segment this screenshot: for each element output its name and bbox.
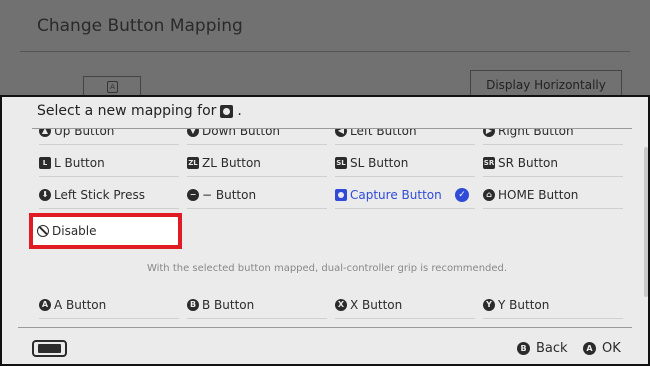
back-button[interactable]: B Back <box>517 341 568 356</box>
option-label: B Button <box>202 297 255 312</box>
right-arrow-circle-icon: ▶ <box>483 129 495 137</box>
option-label: Up Button <box>54 129 115 138</box>
option-b-button[interactable]: B B Button <box>187 291 327 319</box>
options-scrollbar[interactable] <box>644 147 648 297</box>
x-button-icon: X <box>335 298 347 311</box>
option-minus-button[interactable]: − − Button <box>187 181 327 209</box>
capture-button-icon <box>335 188 347 201</box>
option-label: Capture Button <box>350 187 442 202</box>
mapping-dialog: Select a new mapping for . ▲ Up Button ▼… <box>0 95 650 366</box>
option-sr-button[interactable]: SR SR Button <box>483 149 623 177</box>
mapping-options-list: ▲ Up Button ▼ Down Button ◀ Left Button … <box>2 129 634 325</box>
disable-icon <box>37 225 49 237</box>
option-y-button[interactable]: Y Y Button <box>483 291 623 319</box>
down-arrow-circle-icon: ▼ <box>187 129 199 137</box>
option-left-stick-press[interactable]: ⬇ Left Stick Press <box>39 181 179 209</box>
option-up-button[interactable]: ▲ Up Button <box>39 129 179 145</box>
option-left-button[interactable]: ◀ Left Button <box>335 129 475 145</box>
b-button-icon: B <box>187 298 199 311</box>
left-arrow-circle-icon: ◀ <box>335 129 347 137</box>
controller-icon <box>32 340 67 357</box>
option-disable[interactable]: Disable <box>29 213 182 249</box>
dialog-header-suffix: . <box>237 103 242 119</box>
option-down-button[interactable]: ▼ Down Button <box>187 129 327 145</box>
left-stick-icon: ⬇ <box>39 188 51 201</box>
dialog-header: Select a new mapping for . <box>37 103 242 119</box>
y-button-icon: Y <box>483 298 495 311</box>
minus-button-icon: − <box>187 188 199 201</box>
background-screen: Change Button Mapping A Display Horizont… <box>0 0 650 98</box>
option-label: SR Button <box>498 155 558 170</box>
sl-button-icon: SL <box>335 156 347 169</box>
option-zl-button[interactable]: ZL ZL Button <box>187 149 327 177</box>
display-horizontally-button: Display Horizontally <box>470 70 622 98</box>
disable-row: Disable <box>37 219 97 243</box>
capture-icon <box>220 104 234 118</box>
sr-button-icon: SR <box>483 156 495 169</box>
option-label: HOME Button <box>498 187 579 202</box>
zl-button-icon: ZL <box>187 156 199 169</box>
option-right-button[interactable]: ▶ Right Button <box>483 129 623 145</box>
option-home-button[interactable]: ⌂ HOME Button <box>483 181 623 209</box>
option-sl-button[interactable]: SL SL Button <box>335 149 475 177</box>
option-label: ZL Button <box>202 155 261 170</box>
option-x-button[interactable]: X X Button <box>335 291 475 319</box>
a-button-icon: A <box>583 342 596 355</box>
l-button-icon: L <box>39 156 51 169</box>
option-label: SL Button <box>350 155 409 170</box>
background-title: Change Button Mapping <box>37 16 243 36</box>
home-button-icon: ⌂ <box>483 188 495 201</box>
option-capture-button[interactable]: Capture Button ✓ <box>335 181 475 209</box>
option-label: Right Button <box>498 129 574 138</box>
option-label: X Button <box>350 297 403 312</box>
option-label: − Button <box>202 187 257 202</box>
option-label: Down Button <box>202 129 281 138</box>
background-slot-icon: A <box>107 81 118 93</box>
ok-label: OK <box>602 341 621 356</box>
footer-divider <box>18 327 632 328</box>
selected-check-icon: ✓ <box>455 188 469 202</box>
option-l-button[interactable]: L L Button <box>39 149 179 177</box>
option-label: Left Button <box>350 129 417 138</box>
option-label: A Button <box>54 297 107 312</box>
option-label: Left Stick Press <box>54 187 145 202</box>
background-divider <box>20 51 630 52</box>
option-label: Y Button <box>498 297 550 312</box>
back-label: Back <box>536 341 568 356</box>
option-a-button[interactable]: A A Button <box>39 291 179 319</box>
up-arrow-circle-icon: ▲ <box>39 129 51 137</box>
option-label: Disable <box>52 224 97 238</box>
b-button-icon: B <box>517 342 530 355</box>
option-label: L Button <box>54 155 105 170</box>
ok-button[interactable]: A OK <box>583 341 621 356</box>
grip-notice: With the selected button mapped, dual-co… <box>146 263 508 274</box>
a-button-icon: A <box>39 298 51 311</box>
dialog-header-text: Select a new mapping for <box>37 103 217 119</box>
